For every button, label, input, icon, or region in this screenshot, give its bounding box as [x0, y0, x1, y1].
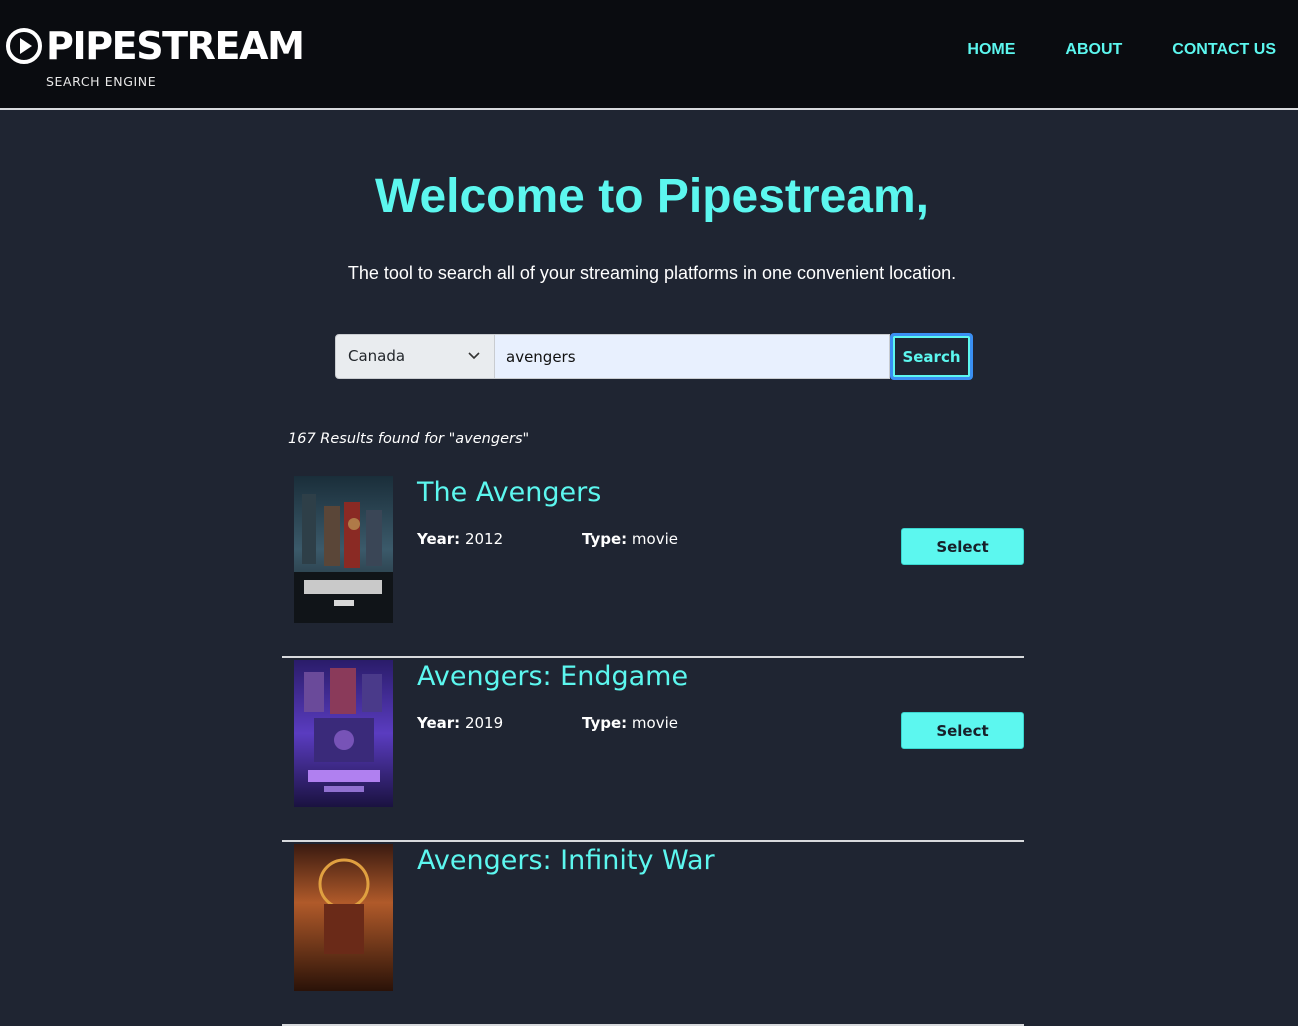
nav-home-link[interactable]: HOME [967, 40, 1015, 60]
search-bar: Canada Search [335, 333, 973, 380]
endgame-poster[interactable] [294, 660, 393, 807]
country-select[interactable]: Canada [335, 334, 495, 379]
type-value: movie [631, 530, 678, 548]
year-value: 2019 [464, 714, 504, 732]
page-title: Welcome to Pipestream, [375, 170, 929, 223]
results-summary: 167 Results found for "avengers" [288, 431, 530, 447]
nav-contact-link[interactable]: CONTACT US [1172, 40, 1276, 60]
result-type: Type: movie [582, 530, 678, 548]
result-type: Type: movie [582, 714, 678, 732]
select-button[interactable]: Select [901, 528, 1024, 565]
search-button[interactable]: Search [890, 333, 973, 380]
year-label: Year: [417, 714, 461, 732]
year-label: Year: [417, 530, 461, 548]
select-button[interactable]: Select [901, 712, 1024, 749]
year-value: 2012 [464, 530, 504, 548]
type-label: Type: [582, 530, 628, 548]
avengers-poster[interactable] [294, 476, 393, 623]
chevron-down-icon [468, 352, 480, 360]
result-item: Avengers: Infinity War [282, 842, 1024, 1026]
result-title[interactable]: Avengers: Endgame [417, 660, 688, 694]
results-list: The Avengers Year: 2012 Type: movie Sele… [282, 474, 1024, 1026]
country-select-value: Canada [348, 347, 406, 365]
result-year: Year: 2012 [417, 530, 503, 548]
logo-subtitle: SEARCH ENGINE [46, 74, 157, 89]
result-year: Year: 2019 [417, 714, 503, 732]
main-nav: HOME ABOUT CONTACT US [967, 40, 1276, 60]
play-icon [6, 28, 42, 64]
result-item: Avengers: Endgame Year: 2019 Type: movie… [282, 658, 1024, 842]
logo-text: PIPESTREAM [46, 24, 305, 68]
result-item: The Avengers Year: 2012 Type: movie Sele… [282, 474, 1024, 658]
pipestream-logo[interactable]: PIPESTREAM SEARCH ENGINE [6, 26, 306, 92]
nav-about-link[interactable]: ABOUT [1065, 40, 1122, 60]
search-input[interactable] [495, 334, 890, 379]
top-navbar: PIPESTREAM SEARCH ENGINE HOME ABOUT CONT… [0, 0, 1298, 110]
type-value: movie [631, 714, 678, 732]
page-subtitle: The tool to search all of your streaming… [347, 263, 957, 283]
infinity-war-poster[interactable] [294, 844, 393, 991]
result-title[interactable]: The Avengers [417, 476, 601, 510]
result-title[interactable]: Avengers: Infinity War [417, 844, 715, 878]
type-label: Type: [582, 714, 628, 732]
